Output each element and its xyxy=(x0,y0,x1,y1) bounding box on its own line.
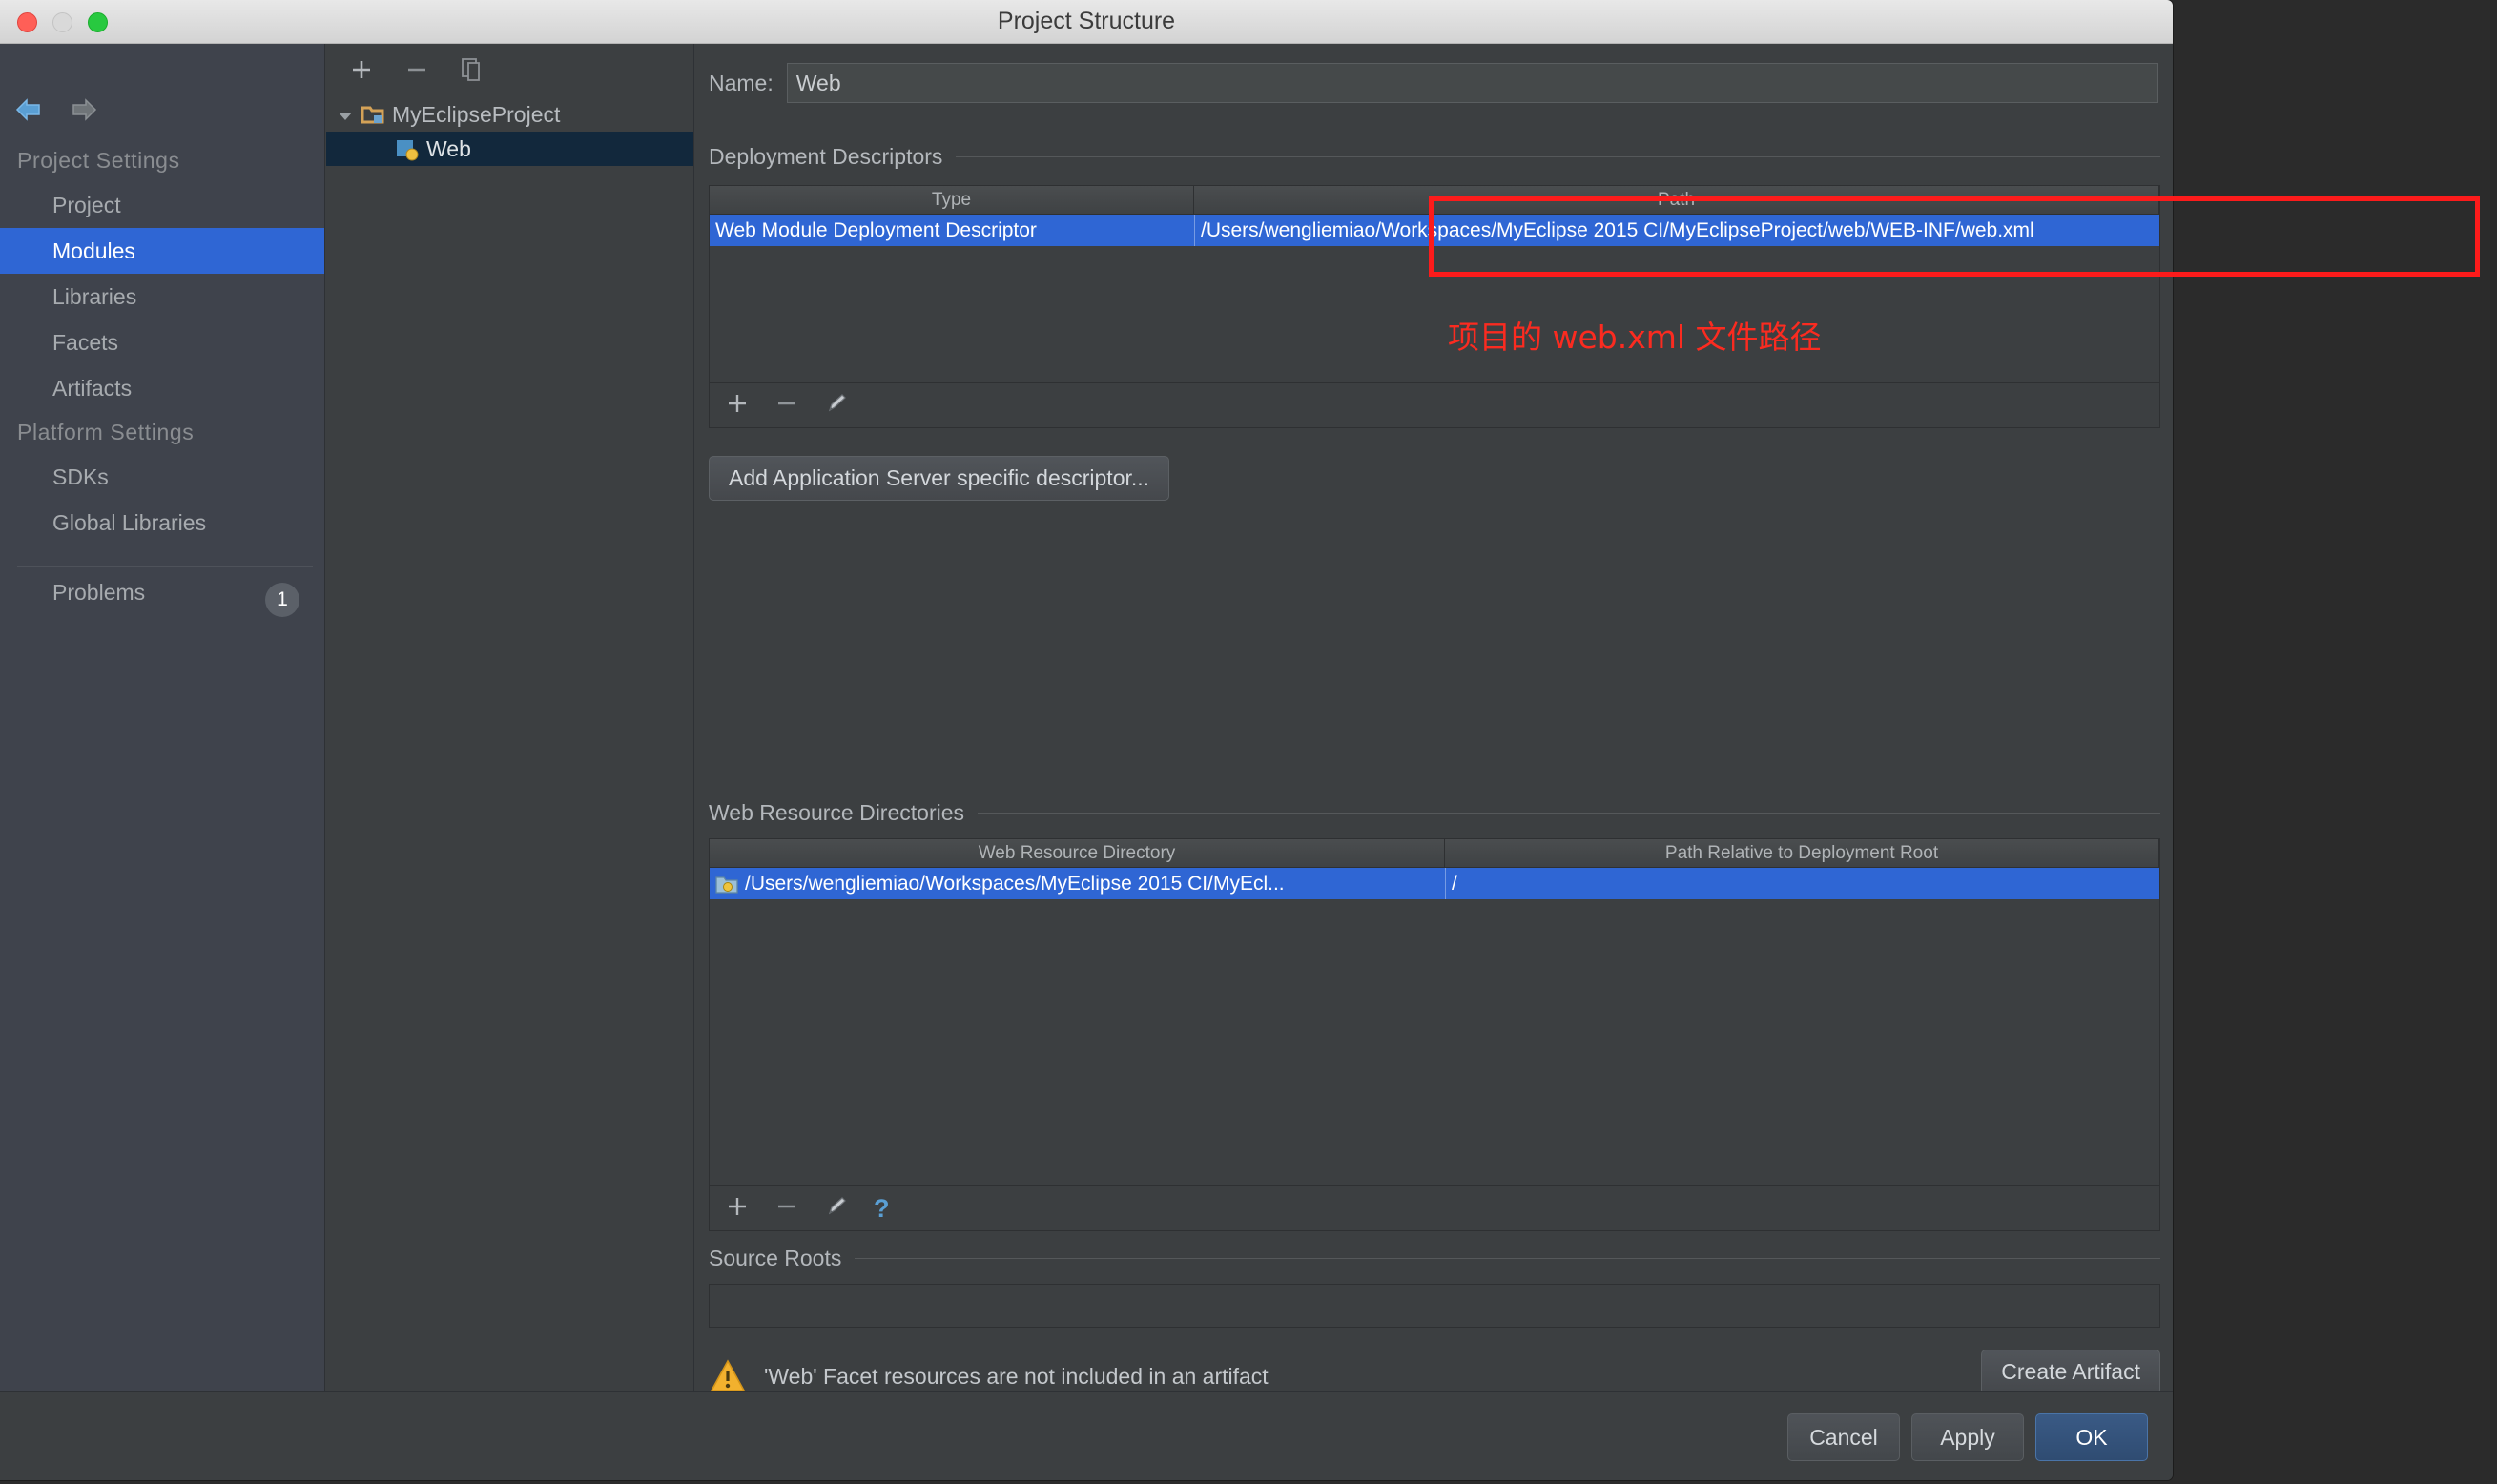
window-title: Project Structure xyxy=(997,8,1176,34)
forward-arrow-icon[interactable] xyxy=(67,95,99,124)
web-resource-directories-section-title: Web Resource Directories xyxy=(709,800,2160,826)
help-icon[interactable]: ? xyxy=(874,1194,890,1224)
artifact-warning-row: 'Web' Facet resources are not included i… xyxy=(709,1350,2160,1394)
window-titlebar: Project Structure xyxy=(0,0,2173,44)
ok-button[interactable]: OK xyxy=(2035,1413,2148,1461)
table-header-row: Web Resource Directory Path Relative to … xyxy=(710,839,2159,868)
table-body: /Users/wengliemiao/Workspaces/MyEclipse … xyxy=(710,868,2159,899)
sidebar-item-modules[interactable]: Modules xyxy=(0,228,324,274)
project-structure-window: Project Structure Project Settings Proje… xyxy=(0,0,2173,1480)
tree-node-web[interactable]: Web xyxy=(326,132,693,166)
cell-path: /Users/wengliemiao/Workspaces/MyEclipse … xyxy=(1194,215,2159,246)
module-folder-icon xyxy=(361,104,385,125)
deployment-descriptors-section-title: Deployment Descriptors xyxy=(709,144,2160,170)
folder-web-icon xyxy=(715,874,738,895)
tree-node-label: MyEclipseProject xyxy=(392,101,561,127)
module-name-input[interactable]: Web xyxy=(786,63,2158,103)
module-name-row: Name: Web xyxy=(709,63,2158,103)
sidebar-group-platform-settings: Platform Settings xyxy=(17,420,195,444)
sidebar-item-project[interactable]: Project xyxy=(0,182,324,228)
column-header-path[interactable]: Path xyxy=(1194,186,2159,215)
artifact-warning-text: 'Web' Facet resources are not included i… xyxy=(764,1363,1269,1389)
remove-icon[interactable] xyxy=(774,1194,799,1223)
sidebar-group-project-settings: Project Settings xyxy=(17,148,180,173)
warning-triangle-icon xyxy=(709,1358,747,1394)
sidebar-item-artifacts[interactable]: Artifacts xyxy=(0,365,324,411)
create-artifact-button[interactable]: Create Artifact xyxy=(1981,1350,2160,1394)
sidebar-item-global-libraries[interactable]: Global Libraries xyxy=(0,500,324,546)
deployment-descriptors-toolbar xyxy=(709,383,2160,428)
add-application-server-descriptor-button[interactable]: Add Application Server specific descript… xyxy=(709,456,1170,501)
tree-toolbar xyxy=(347,55,486,84)
problems-count-badge: 1 xyxy=(265,583,299,617)
desktop-background: Project Structure Project Settings Proje… xyxy=(0,0,2497,1484)
sidebar-item-problems[interactable]: Problems 1 xyxy=(0,580,324,617)
copy-icon[interactable] xyxy=(458,55,486,84)
table-row[interactable]: /Users/wengliemiao/Workspaces/MyEclipse … xyxy=(710,868,2159,899)
sidebar-nav-buttons xyxy=(13,95,99,124)
column-header-web-resource-directory[interactable]: Web Resource Directory xyxy=(710,839,1445,868)
back-arrow-icon[interactable] xyxy=(13,95,46,124)
column-header-path-relative-to-deployment-root[interactable]: Path Relative to Deployment Root xyxy=(1445,839,2159,868)
annotation-note-text: 项目的 web.xml 文件路径 xyxy=(1448,319,1822,356)
tree-node-myeclipseproject[interactable]: MyEclipseProject xyxy=(326,97,693,132)
sidebar-item-facets[interactable]: Facets xyxy=(0,319,324,365)
source-roots-label: Source Roots xyxy=(709,1246,842,1270)
web-facet-icon xyxy=(395,138,420,161)
table-body: Web Module Deployment Descriptor /Users/… xyxy=(710,215,2159,246)
apply-button[interactable]: Apply xyxy=(1911,1413,2024,1461)
web-resource-directories-table: Web Resource Directory Path Relative to … xyxy=(709,838,2160,1186)
cell-text: /Users/wengliemiao/Workspaces/MyEclipse … xyxy=(745,873,1285,895)
problems-label: Problems xyxy=(52,580,146,605)
web-resource-directories-label: Web Resource Directories xyxy=(709,800,965,825)
remove-icon[interactable] xyxy=(774,391,799,420)
module-settings-pane: Name: Web Deployment Descriptors Type Pa… xyxy=(695,44,2173,1394)
chevron-down-icon[interactable] xyxy=(336,102,361,128)
source-roots-table xyxy=(709,1284,2160,1328)
cell-type: Web Module Deployment Descriptor xyxy=(715,219,1037,241)
deployment-descriptors-table: Type Path Web Module Deployment Descript… xyxy=(709,185,2160,383)
web-resource-directories-toolbar: ? xyxy=(709,1186,2160,1231)
table-row[interactable]: Web Module Deployment Descriptor /Users/… xyxy=(710,215,2159,246)
add-icon[interactable] xyxy=(725,391,750,420)
sidebar-item-sdks[interactable]: SDKs xyxy=(0,454,324,500)
edit-pencil-icon[interactable] xyxy=(824,391,849,420)
sidebar-item-libraries[interactable]: Libraries xyxy=(0,274,324,319)
dialog-footer: Cancel Apply OK xyxy=(0,1391,2173,1480)
section-rule xyxy=(956,156,2160,157)
sidebar-divider xyxy=(17,566,313,567)
cell-relative-path: / xyxy=(1445,868,2159,899)
cell-web-resource-directory: /Users/wengliemiao/Workspaces/MyEclipse … xyxy=(710,868,1445,899)
add-icon[interactable] xyxy=(725,1194,750,1223)
section-rule xyxy=(978,813,2160,814)
settings-sidebar: Project Settings Project Modules Librari… xyxy=(0,44,325,1391)
dialog-buttons: Cancel Apply OK xyxy=(1787,1413,2148,1461)
tree-node-label: Web xyxy=(426,135,471,161)
add-icon[interactable] xyxy=(347,55,376,84)
section-rule xyxy=(855,1258,2160,1259)
edit-pencil-icon[interactable] xyxy=(824,1194,849,1223)
module-name-label: Name: xyxy=(709,70,774,95)
cancel-button[interactable]: Cancel xyxy=(1787,1413,1900,1461)
table-header-row: Type Path xyxy=(710,186,2159,215)
source-roots-section-title: Source Roots xyxy=(709,1246,2160,1271)
modules-tree-panel: MyEclipseProject Web xyxy=(326,44,694,1391)
deployment-descriptors-label: Deployment Descriptors xyxy=(709,144,943,169)
column-header-type[interactable]: Type xyxy=(710,186,1194,215)
remove-icon[interactable] xyxy=(402,55,431,84)
